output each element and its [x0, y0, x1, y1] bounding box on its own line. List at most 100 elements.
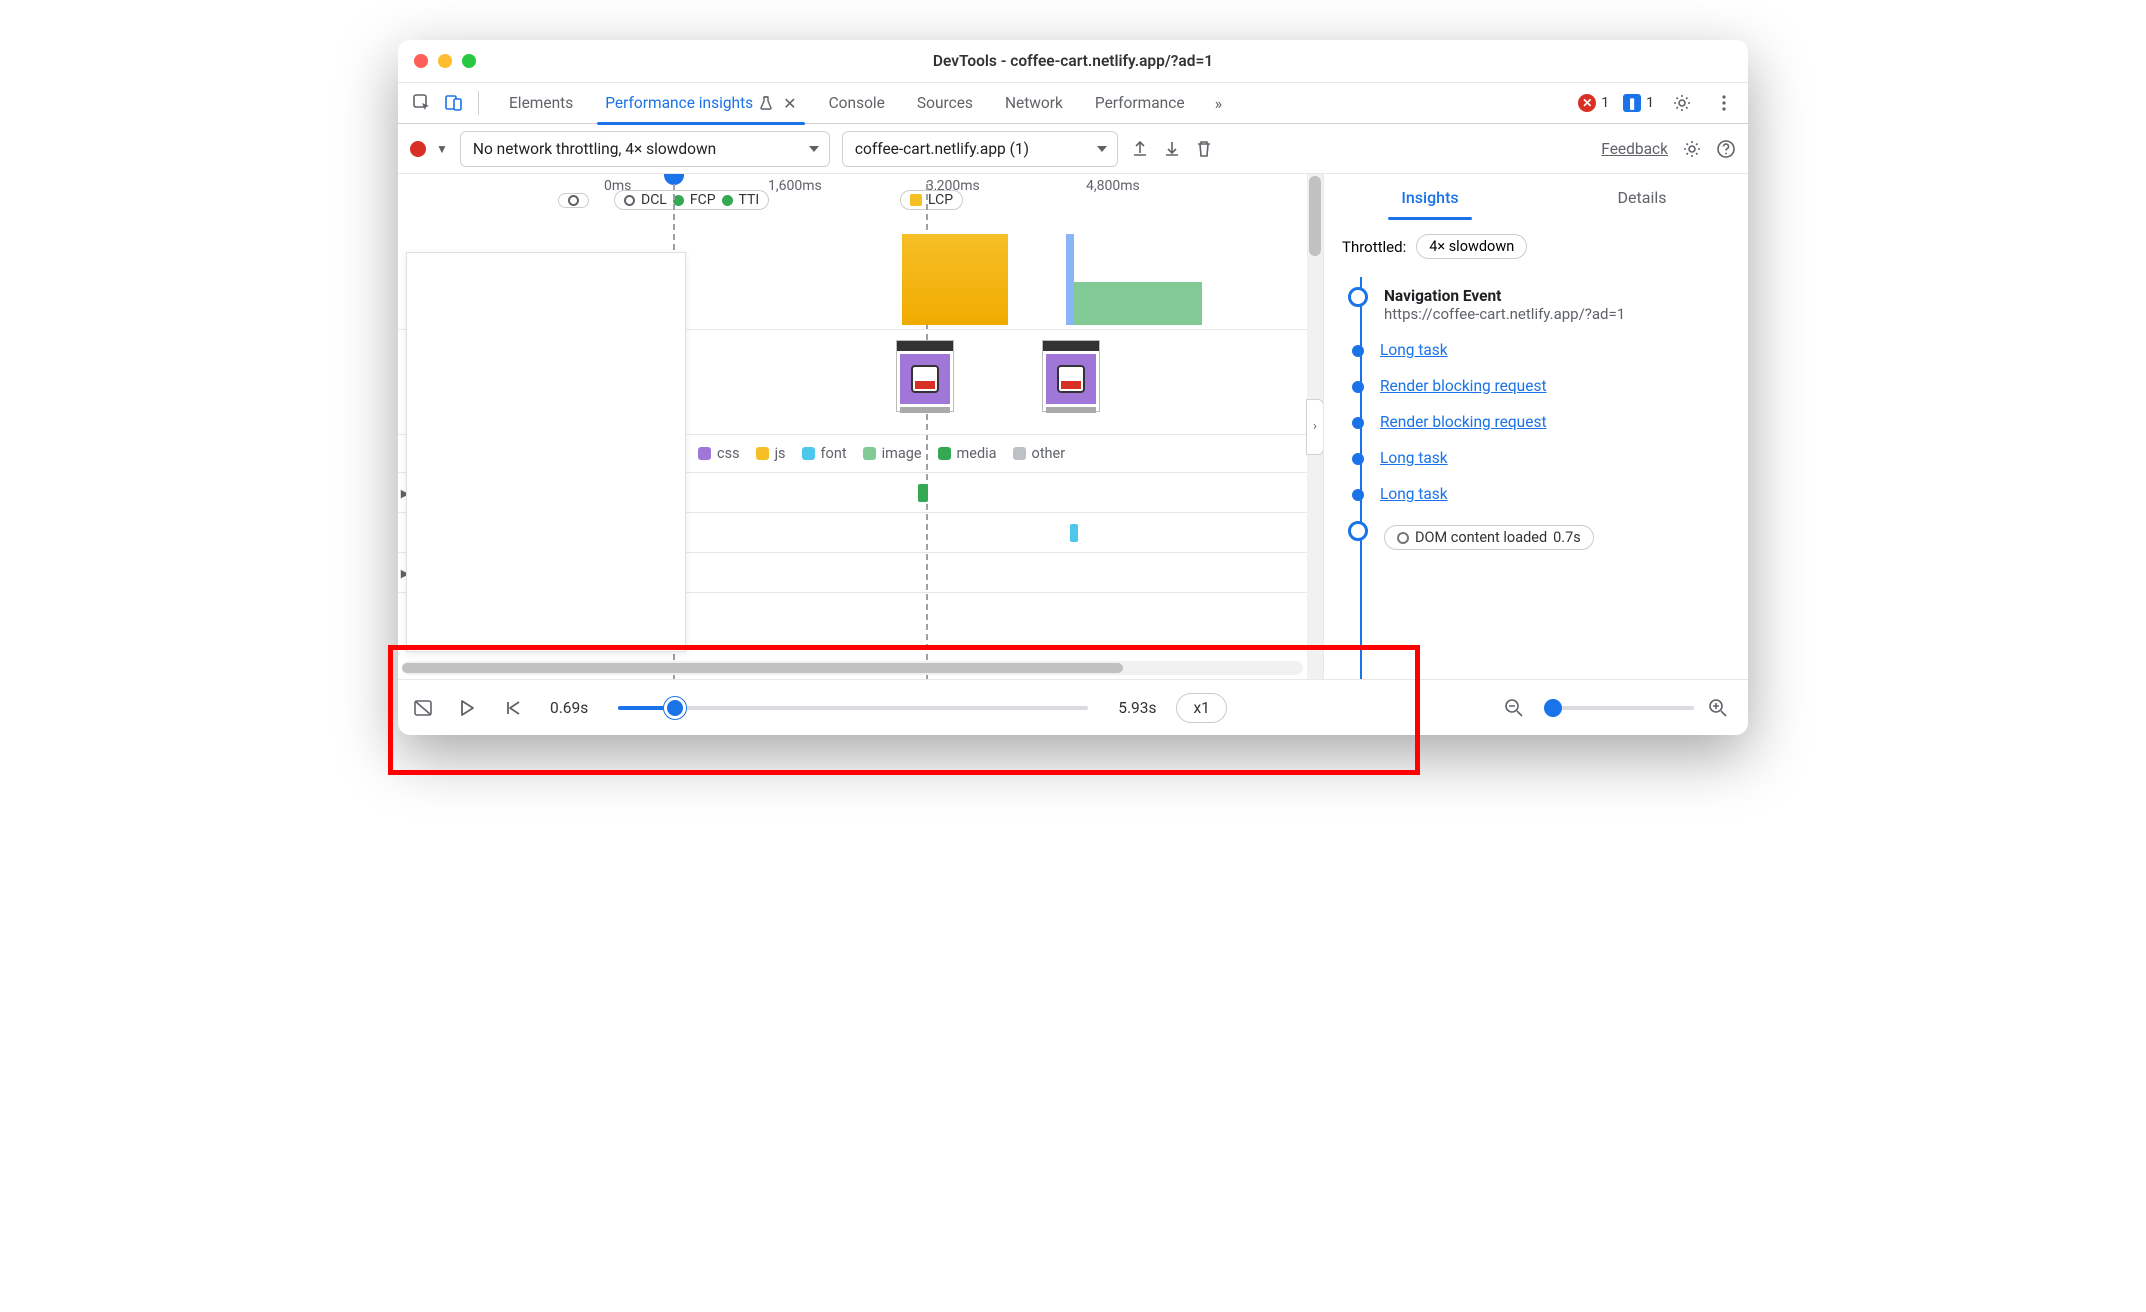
delete-icon[interactable]: [1194, 139, 1214, 159]
insight-render-blocking[interactable]: Render blocking request: [1354, 377, 1730, 395]
more-tabs-icon[interactable]: »: [1205, 94, 1233, 113]
import-icon[interactable]: [1162, 139, 1182, 159]
page-label: coffee-cart.netlify.app (1): [855, 140, 1029, 158]
close-tab-icon[interactable]: ✕: [783, 94, 796, 113]
insight-link[interactable]: Long task: [1380, 341, 1448, 359]
play-icon[interactable]: [458, 699, 484, 717]
insight-dcl[interactable]: DOM content loaded 0.7s: [1354, 521, 1730, 550]
maximize-window-button[interactable]: [462, 54, 476, 68]
sidebar-tabs: Insights Details: [1324, 174, 1748, 220]
help-icon[interactable]: [1716, 139, 1736, 159]
toggle-visual-icon[interactable]: [412, 697, 438, 719]
devtools-window: DevTools - coffee-cart.netlify.app/?ad=1…: [398, 40, 1748, 735]
chip-time: 0.7s: [1553, 529, 1581, 546]
page-select[interactable]: coffee-cart.netlify.app (1): [842, 131, 1118, 167]
legend-css: css: [698, 445, 740, 462]
zoom-slider[interactable]: [1544, 706, 1694, 710]
export-icon[interactable]: [1130, 139, 1150, 159]
settings-icon[interactable]: [1668, 89, 1696, 117]
close-window-button[interactable]: [414, 54, 428, 68]
insights-toolbar: ▼ No network throttling, 4× slowdown cof…: [398, 124, 1748, 174]
time-ruler: 0ms 1,600ms 3,200ms 4,800ms DCL FCP TTI: [398, 174, 1323, 230]
errors-badge[interactable]: ✕ 1: [1578, 94, 1609, 112]
playback-bar: 0.69s 5.93s x1: [398, 679, 1748, 735]
messages-badge[interactable]: ❚ 1: [1623, 94, 1654, 112]
timeline-pane[interactable]: 0ms 1,600ms 3,200ms 4,800ms DCL FCP TTI: [398, 174, 1324, 679]
insight-long-task[interactable]: Long task: [1354, 341, 1730, 359]
tab-label: Network: [1005, 94, 1063, 112]
insights-sidebar: Insights Details Throttled: 4× slowdown …: [1324, 174, 1748, 679]
legend-font: font: [802, 445, 847, 462]
marker-label: LCP: [928, 192, 953, 208]
filmstrip-thumbnail[interactable]: [1042, 340, 1100, 412]
tab-sources[interactable]: Sources: [901, 82, 989, 124]
throttled-info: Throttled: 4× slowdown: [1324, 220, 1748, 269]
insight-url: https://coffee-cart.netlify.app/?ad=1: [1384, 305, 1625, 323]
tab-network[interactable]: Network: [989, 82, 1079, 124]
main-area: 0ms 1,600ms 3,200ms 4,800ms DCL FCP TTI: [398, 174, 1748, 679]
filmstrip-thumbnail[interactable]: [896, 340, 954, 412]
insight-link[interactable]: Render blocking request: [1380, 377, 1547, 395]
marker-nav-start[interactable]: [558, 193, 589, 208]
horizontal-scrollbar[interactable]: [402, 661, 1303, 675]
divider: [478, 91, 479, 115]
tab-elements[interactable]: Elements: [493, 82, 589, 124]
legend-js: js: [756, 445, 786, 462]
overview-block: [902, 234, 1008, 325]
insight-link[interactable]: Render blocking request: [1380, 413, 1547, 431]
swatch-icon: [802, 447, 815, 460]
throttled-value-chip[interactable]: 4× slowdown: [1416, 234, 1527, 259]
nav-icon: [568, 195, 579, 206]
dcl-chip[interactable]: DOM content loaded 0.7s: [1384, 525, 1594, 550]
open-dot-icon: [624, 195, 635, 206]
bullet-icon: [1352, 381, 1364, 393]
slider-knob[interactable]: [664, 697, 686, 719]
insight-long-task[interactable]: Long task: [1354, 449, 1730, 467]
insight-link[interactable]: Long task: [1380, 449, 1448, 467]
tab-performance[interactable]: Performance: [1079, 82, 1201, 124]
playback-speed-button[interactable]: x1: [1176, 693, 1226, 723]
tab-bar: Elements Performance insights ✕ Console …: [398, 82, 1748, 124]
time-tick: 1,600ms: [768, 178, 822, 194]
bullet-icon: [1352, 453, 1364, 465]
zoom-sheet-overlay: [406, 252, 686, 652]
sidebar-expand-icon[interactable]: ›: [1306, 399, 1324, 455]
marker-label: FCP: [690, 192, 716, 208]
feedback-link[interactable]: Feedback: [1601, 140, 1668, 158]
zoom-knob[interactable]: [1544, 699, 1562, 717]
throttling-select[interactable]: No network throttling, 4× slowdown: [460, 131, 830, 167]
playback-time-end: 5.93s: [1118, 699, 1156, 717]
insight-long-task[interactable]: Long task: [1354, 485, 1730, 503]
inspect-element-icon[interactable]: [408, 89, 436, 117]
legend-image: image: [863, 445, 922, 462]
swatch-icon: [1013, 447, 1026, 460]
swatch-icon: [698, 447, 711, 460]
record-dropdown-icon[interactable]: ▼: [436, 142, 448, 156]
playback-slider[interactable]: [618, 706, 1088, 710]
device-toolbar-icon[interactable]: [440, 89, 468, 117]
minimize-window-button[interactable]: [438, 54, 452, 68]
kebab-menu-icon[interactable]: [1710, 89, 1738, 117]
chip-label: DOM content loaded: [1415, 529, 1547, 546]
panel-settings-icon[interactable]: [1682, 139, 1702, 159]
timeline-line: [1360, 277, 1362, 679]
insight-link[interactable]: Long task: [1380, 485, 1448, 503]
insight-render-blocking[interactable]: Render blocking request: [1354, 413, 1730, 431]
rewind-icon[interactable]: [504, 699, 530, 717]
record-button[interactable]: [410, 141, 426, 157]
beaker-icon: [759, 96, 773, 110]
sidebar-tab-insights[interactable]: Insights: [1324, 174, 1536, 220]
tab-performance-insights[interactable]: Performance insights ✕: [589, 82, 812, 124]
zoom-out-icon[interactable]: [1504, 698, 1530, 718]
insight-nav-event[interactable]: Navigation Event https://coffee-cart.net…: [1354, 287, 1730, 323]
window-controls: [414, 54, 476, 68]
playback-time-start: 0.69s: [550, 699, 588, 717]
marker-lcp[interactable]: LCP: [900, 190, 963, 210]
marker-dcl-fcp-tti[interactable]: DCL FCP TTI: [614, 190, 769, 210]
tab-console[interactable]: Console: [813, 82, 901, 124]
insights-list: Navigation Event https://coffee-cart.net…: [1324, 269, 1748, 679]
swatch-icon: [938, 447, 951, 460]
zoom-in-icon[interactable]: [1708, 698, 1734, 718]
resource-chip: [918, 484, 928, 502]
sidebar-tab-details[interactable]: Details: [1536, 174, 1748, 220]
